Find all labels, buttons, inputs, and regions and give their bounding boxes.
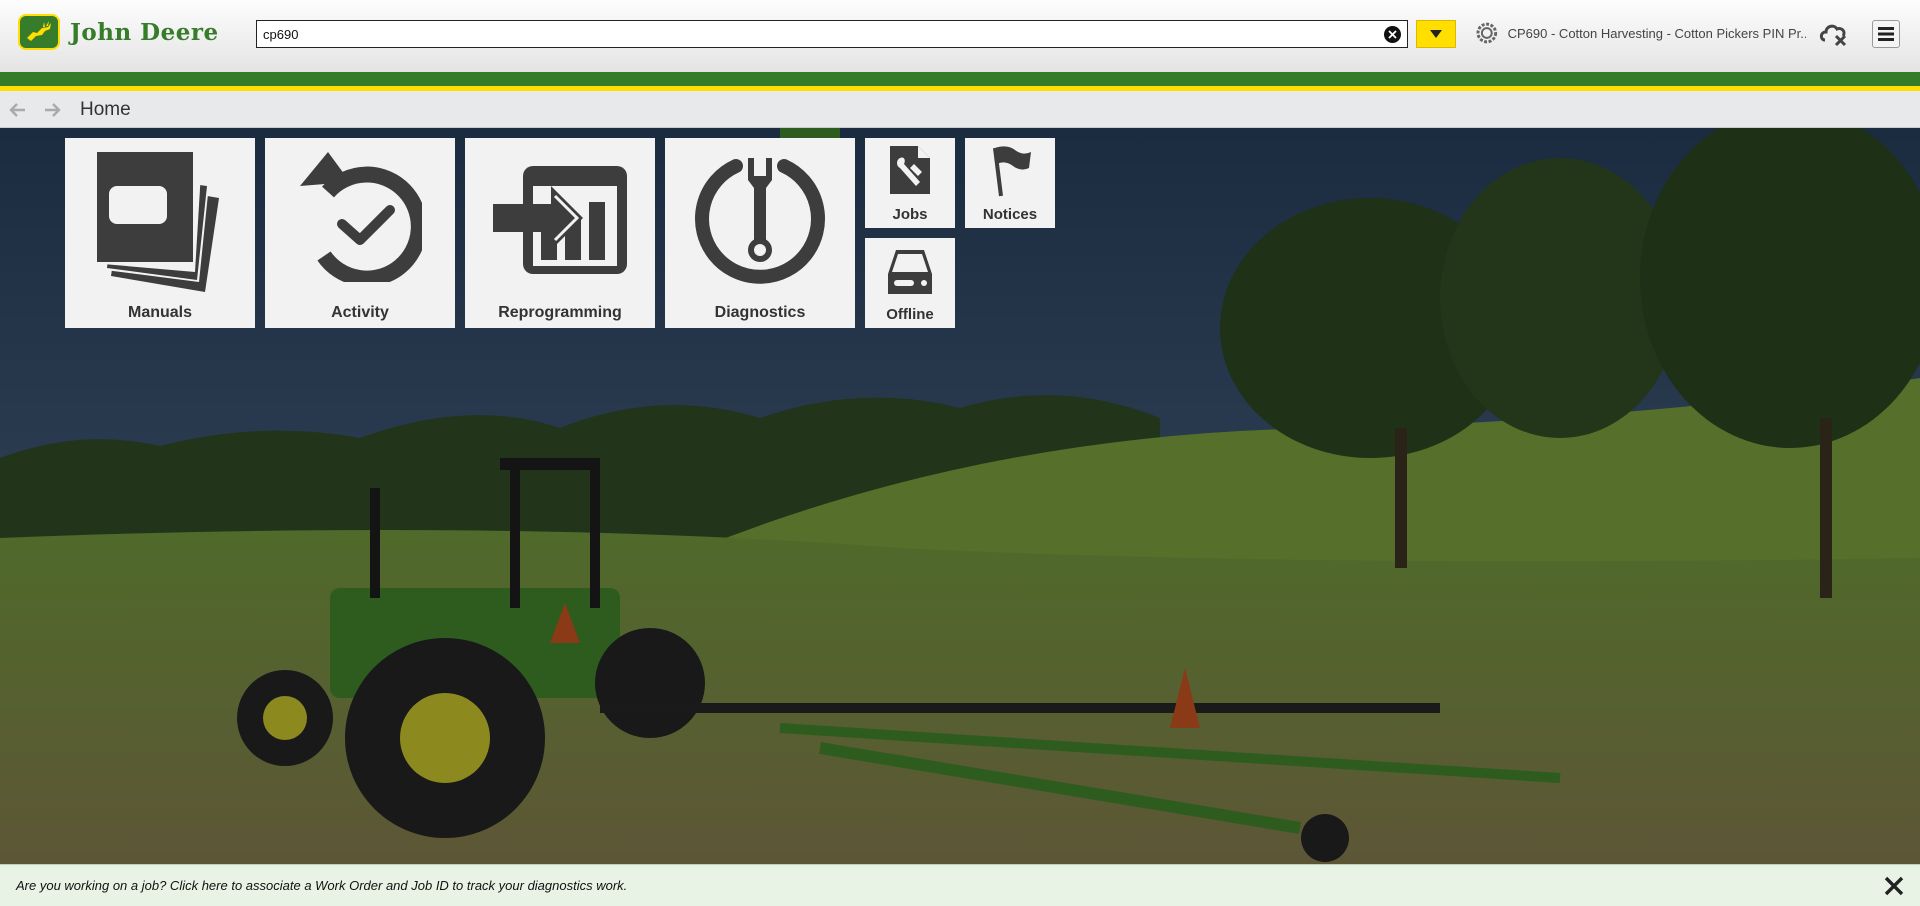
cloud-offline-icon[interactable] [1818,18,1850,48]
tile-manuals[interactable]: Manuals [65,138,255,328]
gear-icon [1476,22,1498,44]
brand-stripe-green [0,72,1920,86]
clear-search-icon[interactable] [1384,26,1401,43]
tile-label: Diagnostics [714,304,806,321]
page-title: Home [80,99,131,120]
tile-label: Offline [886,306,934,323]
tile-diagnostics[interactable]: Diagnostics [665,138,855,328]
tile-activity[interactable]: Activity [265,138,455,328]
diagnostics-wrench-icon [695,158,825,284]
activity-history-icon [300,152,422,282]
search-box [256,20,1408,48]
machine-selector[interactable]: CP690 - Cotton Harvesting - Cotton Picke… [1476,22,1806,44]
tile-offline[interactable]: Offline [865,238,955,328]
manuals-icon [97,152,219,292]
machine-label: CP690 - Cotton Harvesting - Cotton Picke… [1507,25,1806,41]
tile-label: Manuals [127,304,192,321]
app-header: John Deere CP690 - Cotton Harvesting - C… [0,0,1920,72]
search-input[interactable] [257,21,1367,47]
tile-notices[interactable]: Notices [965,138,1055,228]
chevron-down-icon [1430,30,1442,38]
job-association-link[interactable]: Are you working on a job? Click here to … [16,878,627,893]
brand-name: John Deere [70,18,219,46]
hamburger-menu-icon[interactable] [1872,20,1900,48]
offline-drive-icon [888,250,932,294]
arrow-left-icon[interactable] [8,100,28,120]
tile-label: Activity [331,304,389,321]
arrow-right-icon[interactable] [42,100,62,120]
flag-icon [993,146,1031,197]
deer-logo-icon [18,14,60,50]
search-dropdown-button[interactable] [1416,20,1456,48]
jobs-document-wrench-icon [890,146,930,194]
close-icon[interactable] [1882,874,1906,898]
tile-label: Notices [982,206,1038,223]
brand-logo[interactable]: John Deere [18,14,219,50]
reprogramming-icon [493,166,627,274]
tile-jobs[interactable]: Jobs [865,138,955,228]
tile-label: Reprogramming [498,304,622,321]
job-association-banner: Are you working on a job? Click here to … [0,864,1920,906]
tile-reprogramming[interactable]: Reprogramming [465,138,655,328]
tile-label: Jobs [892,206,928,223]
breadcrumb-bar: Home [0,91,1920,128]
